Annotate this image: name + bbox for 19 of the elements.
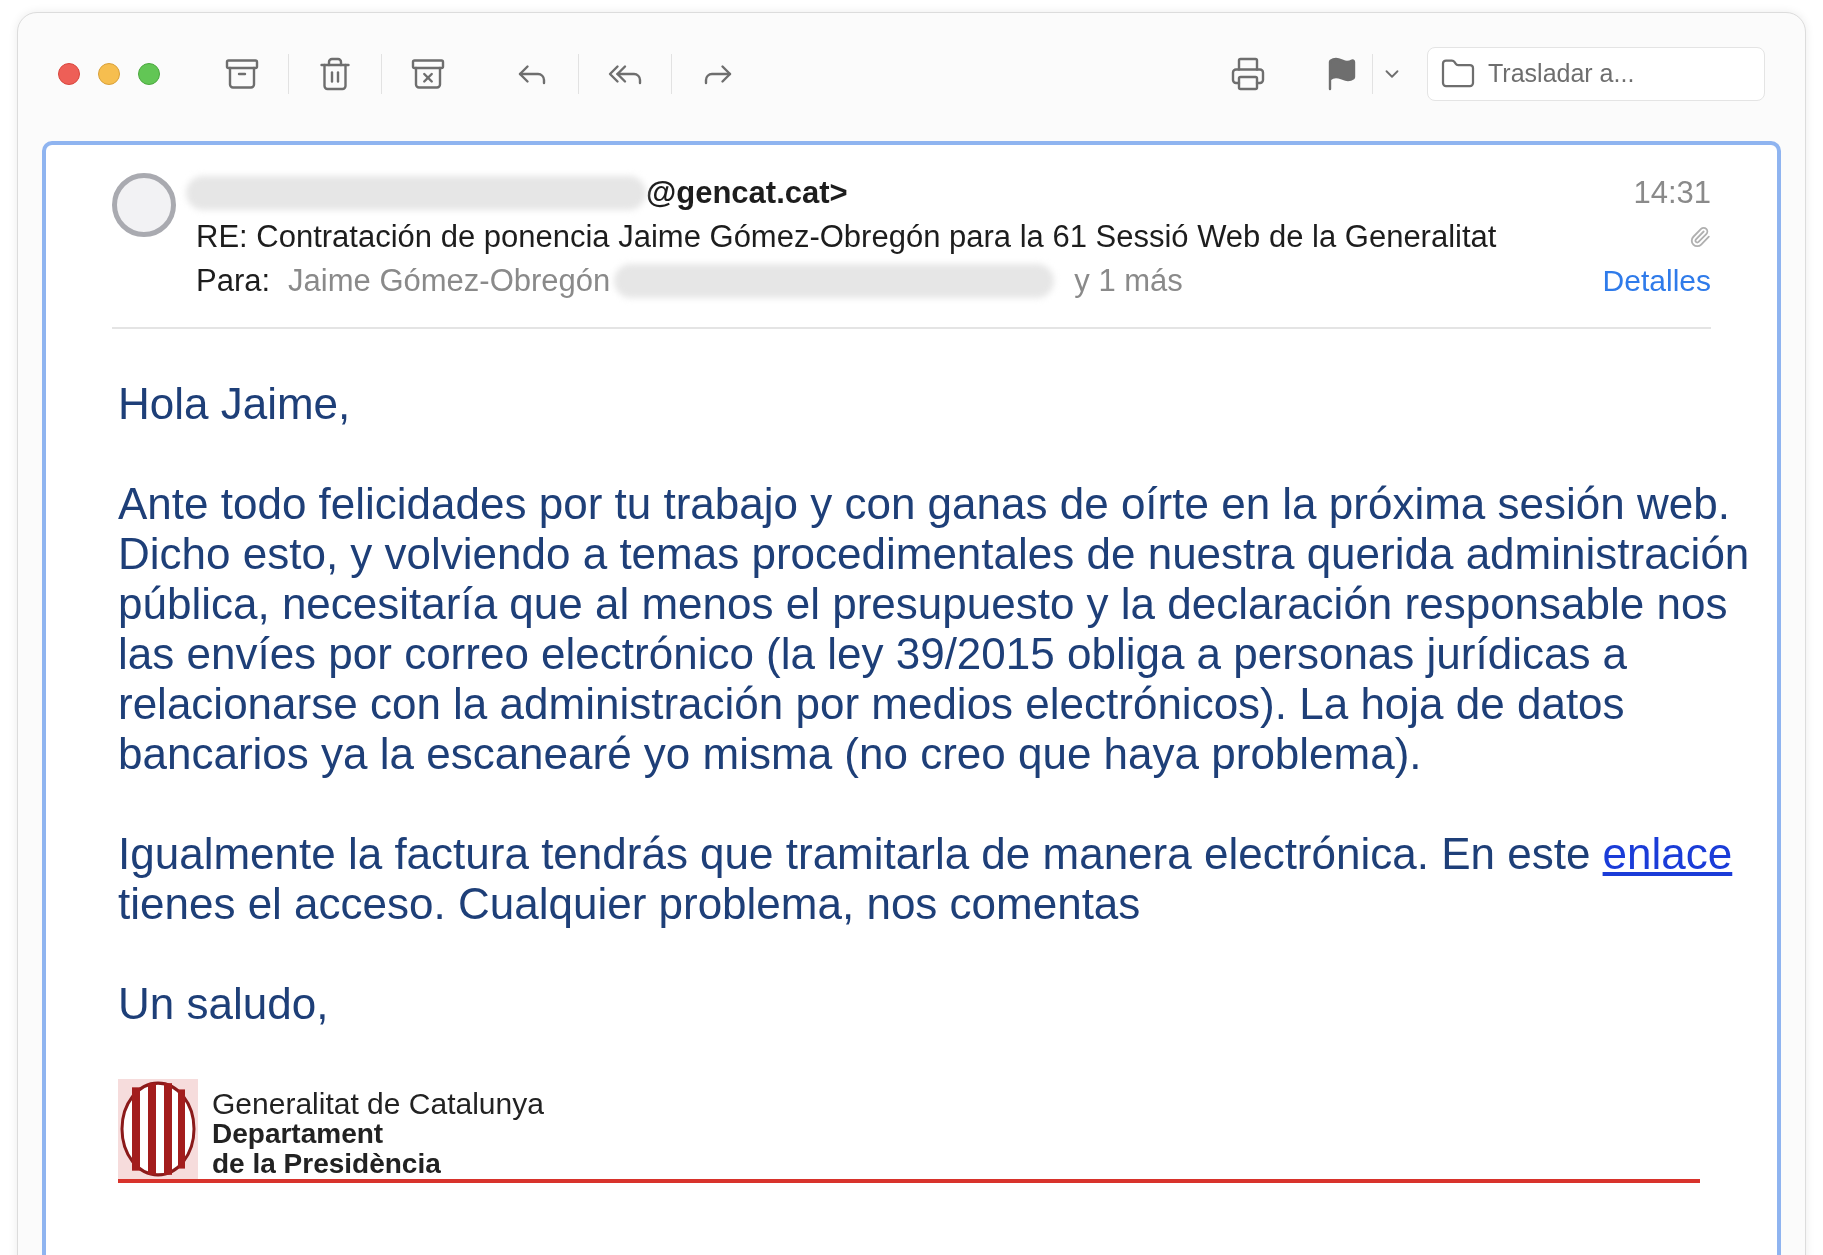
more-recipients: y 1 más <box>1074 262 1183 300</box>
move-button[interactable]: Trasladar a... <box>1427 47 1765 101</box>
body-paragraph: Un saludo, <box>118 979 330 1029</box>
body-paragraph: Ante todo felicidades por tu trabajo y con ganas de oírte en la próxima sesión web. Dicho esto, y volviendo a temas procedimentales de nuestra querida administración pública, necesitaría que al menos el presupuesto y la declaración responsable nos las envíes por correo electrónico (la ley 39/2015 obliga a personas jurídicas a relacionarse con la administración por medios electrónicos). La hoja de datos bancarios ya la escanearé yo misma (no creo que haya problema). <box>118 479 1751 779</box>
close-button[interactable] <box>58 63 80 85</box>
body-paragraph: Hola Jaime, <box>118 379 352 429</box>
message-time: 14:31 <box>1633 174 1711 212</box>
signature-department: Departament <box>212 1119 385 1149</box>
details-link[interactable]: Detalles <box>1602 259 1711 303</box>
sender-address: @gencat.cat> <box>646 174 848 212</box>
subject: RE: Contratación de ponencia Jaime Gómez-Obregón para la 61 Sessió Web de la Generalitat <box>196 218 1497 256</box>
to-label: Para: <box>196 262 271 300</box>
link[interactable]: enlace <box>1602 829 1733 878</box>
body-paragraph: Igualmente la factura tendrás que tramitarla de manera electrónica. En este enlace tienes el acceso. Cualquier problema, nos comentas <box>118 829 1734 929</box>
recipient: Jaime Gómez-Obregón <box>288 262 611 300</box>
signature-org: Generalitat de Catalunya <box>212 1089 544 1119</box>
signature-department: de la Presidència <box>212 1149 442 1179</box>
coat-of-arms-icon <box>118 1079 198 1179</box>
zoom-button[interactable] <box>138 63 160 85</box>
